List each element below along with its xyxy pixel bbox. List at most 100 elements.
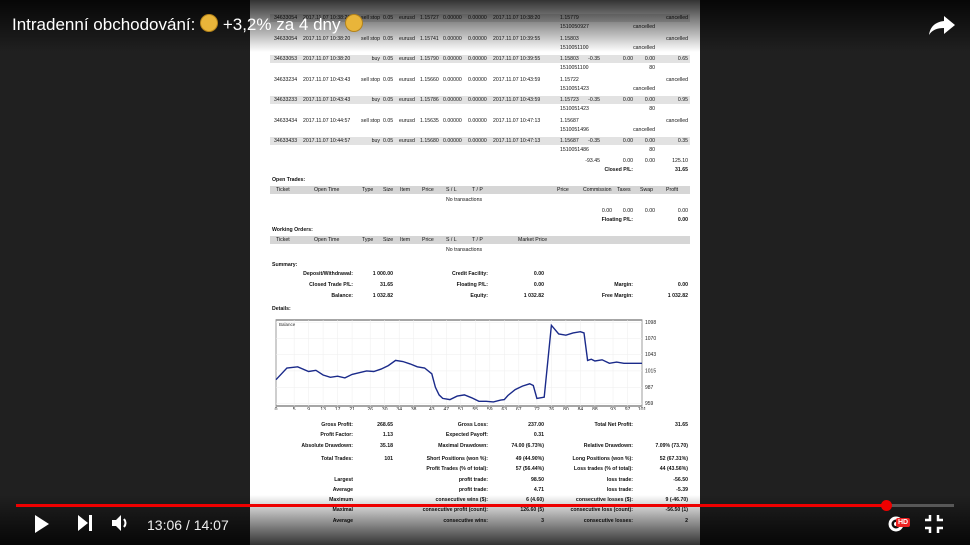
open-trades-col: S / L — [446, 187, 457, 193]
details-label: loss trade: — [606, 476, 633, 483]
details-label: Total Trades: — [321, 455, 353, 462]
details-value: 101 — [384, 455, 393, 462]
details-value: 0.31 — [533, 432, 544, 439]
x-tick-label: 76 — [549, 407, 555, 410]
x-tick-label: 21 — [349, 407, 355, 410]
x-tick-label: 0 — [275, 407, 278, 410]
details-label: Total Net Profit: — [594, 422, 633, 428]
x-tick-label: 72 — [534, 407, 540, 410]
trade-commission: -0.35 — [588, 97, 600, 103]
summary-value: 31.65 — [380, 282, 393, 288]
details-value: 7.09% (73.70) — [655, 442, 688, 449]
summary-label: Balance: — [331, 293, 353, 299]
video-title-part-2: +3,2% za 4 dny — [218, 15, 346, 34]
chart-plot-area — [275, 319, 643, 407]
play-icon[interactable] — [34, 514, 50, 534]
trade-open-time: 2017.11.07 10:38:20 — [303, 56, 351, 62]
trade-price: 1.15635 — [420, 117, 439, 124]
x-tick-label: 101 — [638, 407, 647, 410]
details-value: 1.13 — [382, 432, 393, 439]
x-tick-label: 26 — [367, 407, 373, 410]
y-tick-label: 1015 — [645, 368, 656, 374]
summary-value: 0.00 — [533, 271, 544, 277]
floating-pl-value: 0.00 — [677, 217, 688, 223]
details-label: Relative Drawdown: — [583, 442, 633, 449]
trade-order-id: 1510051496 — [560, 126, 589, 133]
x-tick-label: 88 — [592, 407, 598, 410]
trade-ticket: 34633434 — [274, 117, 298, 124]
trade-profit: 0.65 — [677, 56, 688, 62]
y-tick-label: 959 — [645, 401, 654, 407]
exit-fullscreen-icon[interactable] — [924, 514, 944, 534]
trade-tp: 0.00000 — [468, 56, 487, 62]
video-title-part-1: Intradenní obchodování: — [12, 15, 201, 34]
x-tick-label: 67 — [516, 407, 522, 410]
trade-note: 80 — [649, 147, 655, 153]
details-label: Expected Payoff: — [445, 432, 488, 439]
share-icon[interactable] — [928, 14, 956, 36]
trade-open-time: 2017.11.07 10:44:57 — [303, 138, 351, 144]
details-label: loss trade: — [606, 486, 633, 493]
trade-size: 0.05 — [383, 76, 394, 83]
open-trades-col: Commission — [583, 187, 612, 193]
volume-icon[interactable] — [111, 514, 131, 532]
trade-price: 1.15786 — [420, 97, 439, 103]
open-trades-col: Profit — [666, 187, 679, 193]
chart-legend-label: Balance — [279, 322, 296, 327]
trade-close-price: 1.15687 — [560, 117, 579, 124]
x-tick-label: 47 — [444, 407, 450, 410]
trade-close-time: 2017.11.07 10:39:55 — [493, 56, 541, 62]
trade-ticket: 34633234 — [274, 76, 298, 83]
details-value: 44 (43.56%) — [659, 466, 688, 473]
trade-size: 0.05 — [383, 117, 394, 124]
summary-label: Closed Trade P/L: — [309, 282, 353, 288]
details-label: profit trade: — [458, 486, 488, 493]
hd-badge: HD — [896, 518, 911, 527]
details-value: -5.39 — [676, 486, 688, 493]
trade-type: sell stop — [360, 117, 380, 124]
details-label: Average — [332, 486, 353, 493]
trade-close-time: 2017.11.07 10:43:59 — [493, 97, 541, 103]
details-value: 52 (67.31%) — [659, 455, 688, 462]
x-tick-label: 5 — [293, 407, 296, 410]
trade-open-time: 2017.11.07 10:43:43 — [303, 76, 351, 83]
strategy-report: 346330542017.11.07 10:38:20sell stop0.05… — [250, 0, 700, 545]
summary-value: 1 000.00 — [372, 271, 393, 277]
trade-item: eurusd — [399, 56, 415, 62]
summary-label: Margin: — [614, 282, 633, 288]
summary-value: 1 032.82 — [667, 293, 688, 299]
trade-sl: 0.00000 — [443, 138, 462, 144]
y-tick-label: 1070 — [645, 336, 656, 342]
details-value: 4.71 — [533, 486, 544, 493]
trade-sl: 0.00000 — [443, 97, 462, 103]
trade-profit: 0.95 — [677, 97, 688, 103]
trade-sl: 0.00000 — [443, 117, 462, 124]
x-tick-label: 84 — [578, 407, 584, 410]
x-tick-label: 55 — [473, 407, 479, 410]
working-orders-col: T / P — [472, 237, 483, 243]
details-label: Profit Trades (% of total): — [426, 466, 488, 473]
trade-close-time: 2017.11.07 10:43:59 — [493, 76, 541, 83]
trade-item: eurusd — [399, 97, 415, 103]
next-icon[interactable] — [77, 514, 93, 532]
trade-sl: 0.00000 — [443, 56, 462, 62]
x-tick-label: 93 — [610, 407, 616, 410]
video-frame: 346330542017.11.07 10:38:20sell stop0.05… — [0, 0, 970, 545]
progress-played — [16, 504, 887, 507]
summary-label: Deposit/Withdrawal: — [303, 271, 353, 277]
details-label: profit trade: — [458, 476, 488, 483]
trade-ticket: 34633053 — [274, 56, 298, 62]
video-title[interactable]: Intradenní obchodování: +3,2% za 4 dny — [12, 14, 364, 35]
letterbox-left — [0, 0, 250, 545]
trade-order-id: 1510051423 — [560, 85, 589, 92]
trade-price: 1.15790 — [420, 56, 439, 62]
trade-note: 80 — [649, 106, 655, 112]
open-trades-col: Swap — [640, 187, 653, 193]
summary-label: Equity: — [470, 293, 488, 299]
open-trades-col: Size — [383, 187, 394, 193]
working-orders-empty: No transactions — [446, 247, 483, 253]
progress-bar[interactable] — [16, 500, 954, 511]
time-display: 13:06 / 14:07 — [147, 517, 229, 533]
closed-pl-label: Closed P/L: — [604, 167, 633, 173]
details-label: Gross Profit: — [321, 422, 353, 428]
